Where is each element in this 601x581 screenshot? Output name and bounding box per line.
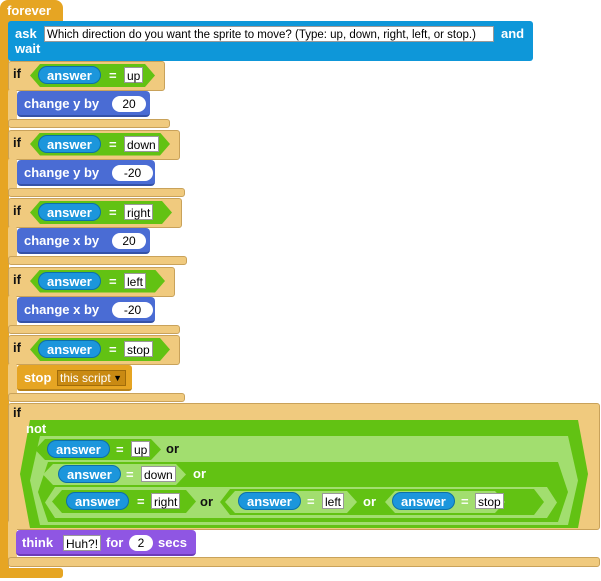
equals-sign: = [109,136,117,152]
value-input[interactable]: right [124,204,154,220]
answer-reporter[interactable]: answer [38,271,101,290]
change-label: change x by [24,301,100,317]
answer-reporter[interactable]: answer [38,66,101,84]
or-label: or [200,494,213,509]
answer-reporter[interactable]: answer [238,492,301,510]
if-block-invalid-bottom [8,557,600,567]
ask-wait-label: wait [15,41,41,56]
answer-reporter[interactable]: answer [38,203,101,221]
value-input[interactable]: up [131,441,151,457]
value-input[interactable]: left [124,272,147,289]
equals-sign: = [109,68,117,83]
stop-option-value: this script [60,371,111,385]
forever-label: forever [7,3,52,18]
value-input[interactable]: right [151,493,181,509]
amount-input[interactable]: -20 [112,164,153,181]
if-bottom [8,256,187,265]
forever-bottom [0,568,63,578]
if-arm [8,226,17,260]
equals-sign: = [307,494,315,509]
not-label: not [26,421,47,436]
ask-label: ask [15,26,37,41]
think-label: think [22,535,54,550]
value-input[interactable]: down [141,466,176,482]
change-label: change y by [24,164,100,180]
if-label: if [13,66,21,81]
change-label: change x by [24,233,100,248]
secs-input[interactable]: 2 [129,535,153,551]
equals-sign: = [109,205,117,220]
amount-input[interactable]: 20 [112,233,146,249]
if-bottom [8,324,180,334]
equals-sign: = [109,273,117,289]
equals-sign: = [137,494,145,509]
value-input[interactable]: stop [124,341,153,357]
if-arm [8,294,17,329]
answer-reporter[interactable]: answer [38,134,101,153]
answer-reporter[interactable]: answer [38,340,101,358]
answer-reporter[interactable]: answer [66,492,129,510]
dropdown-arrow-icon: ▼ [113,373,122,383]
ask-question-input[interactable]: Which direction do you want the sprite t… [44,26,494,42]
value-input[interactable]: stop [475,493,504,509]
change-label: change y by [24,96,100,111]
if-bottom [8,187,185,197]
if-label: if [13,340,21,355]
answer-reporter[interactable]: answer [47,440,110,458]
or-label: or [193,466,206,481]
ask-and-label: and [501,26,525,41]
or-label: or [166,441,179,456]
if-arm [8,363,17,397]
answer-reporter[interactable]: answer [392,492,455,510]
value-input[interactable]: down [124,135,159,152]
equals-sign: = [126,467,134,482]
if-label: if [13,405,21,420]
value-input[interactable]: left [322,493,345,509]
if-arm [8,157,17,192]
equals-sign: = [116,442,124,457]
amount-input[interactable]: -20 [112,301,153,318]
if-bottom [8,393,185,402]
equals-sign: = [461,494,469,509]
for-label: for [106,535,124,550]
secs-label: secs [158,535,187,550]
answer-reporter[interactable]: answer [58,465,121,483]
equals-sign: = [109,342,117,357]
think-message-input[interactable]: Huh?! [63,535,102,551]
amount-input[interactable]: 20 [112,96,146,112]
if-label: if [13,271,21,287]
if-label: if [13,203,21,218]
stop-label: stop [24,370,52,385]
if-arm [8,89,17,123]
stop-option-dropdown[interactable]: this script ▼ [57,370,126,386]
value-input[interactable]: up [124,67,144,83]
if-bottom [8,119,170,128]
if-label: if [13,134,21,150]
or-label: or [363,494,376,509]
